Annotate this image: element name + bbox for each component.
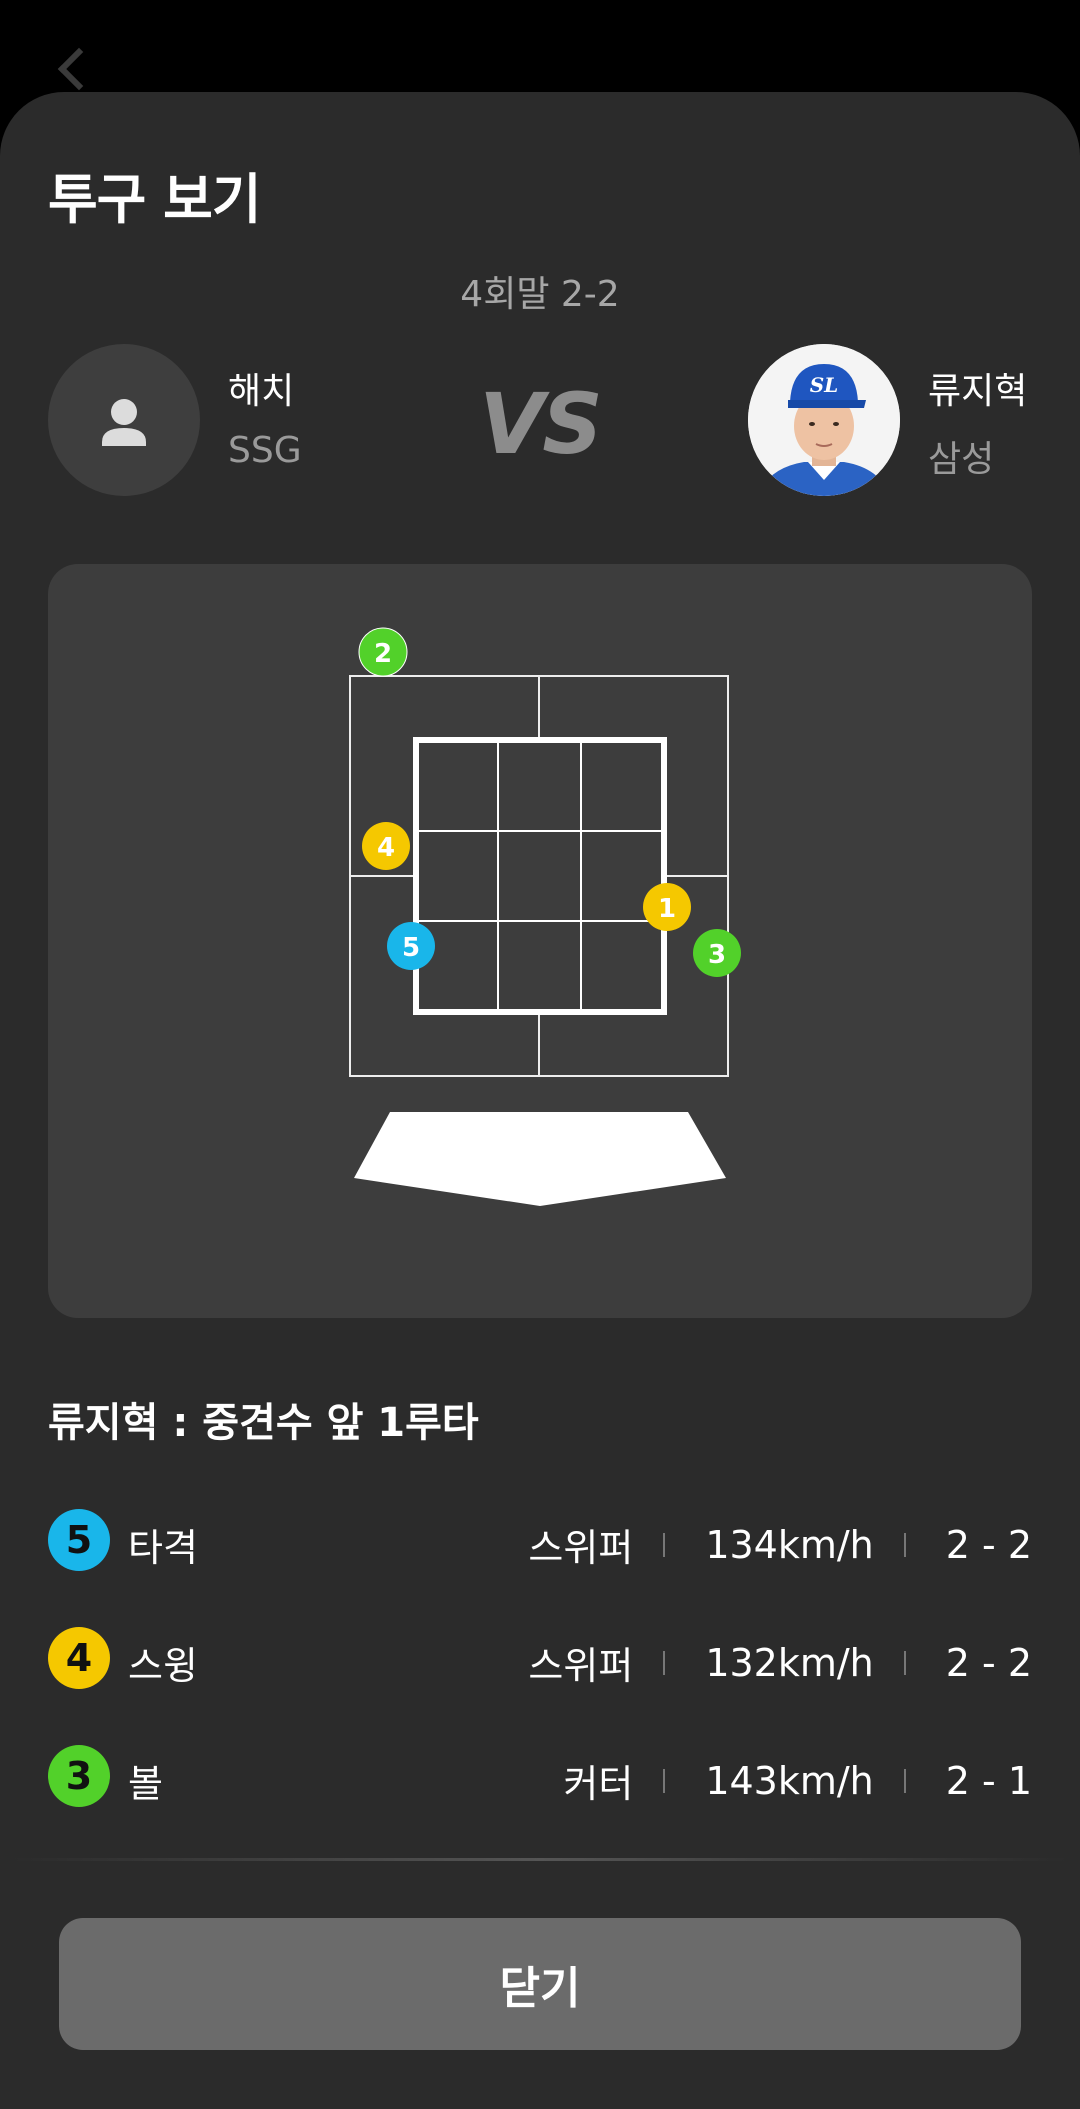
svg-text:4: 4	[377, 833, 395, 863]
pitch-marker-2: 2	[358, 627, 408, 677]
pitch-number-badge: 4	[48, 1627, 110, 1689]
divider-bar	[663, 1650, 666, 1675]
divider-bar	[903, 1768, 906, 1793]
pitch-speed: 143km/h	[705, 1758, 874, 1803]
pitch-type: 스위퍼	[528, 1526, 634, 1570]
cap-logo: SL	[810, 373, 839, 397]
pitch-marker-3: 3	[693, 929, 741, 977]
back-chevron-icon[interactable]	[57, 47, 101, 91]
pitch-speed: 132km/h	[705, 1640, 874, 1685]
pitch-number-badge: 5	[48, 1509, 110, 1571]
pitch-result-label: 타격	[128, 1526, 198, 1570]
pitch-marker-1: 1	[643, 883, 691, 931]
list-divider	[12, 1858, 1068, 1861]
strike-zone: 2 4 1 5 3	[349, 627, 741, 1206]
divider-bar	[903, 1650, 906, 1675]
close-button[interactable]: 닫기	[59, 1918, 1021, 2050]
pitch-speed: 134km/h	[705, 1522, 874, 1567]
svg-text:3: 3	[708, 940, 726, 970]
inning-score: 4회말 2-2	[460, 274, 620, 315]
divider-bar	[903, 1532, 906, 1557]
svg-text:5: 5	[402, 933, 420, 963]
pitch-row: 5 타격 스위퍼 134km/h 2 - 2	[48, 1509, 1032, 1571]
at-bat-result: 류지혁 : 중견수 앞 1루타	[48, 1400, 479, 1446]
pitch-row: 4 스윙 스위퍼 132km/h 2 - 2	[48, 1627, 1032, 1689]
divider-bar	[663, 1768, 666, 1793]
pitch-result-label: 볼	[128, 1762, 163, 1806]
pitch-count: 2 - 2	[945, 1640, 1032, 1685]
player-photo: SL	[748, 344, 900, 496]
pitch-number-badge: 3	[48, 1745, 110, 1807]
pitch-count: 2 - 2	[945, 1522, 1032, 1567]
sheet-title: 투구 보기	[48, 168, 262, 231]
divider-bar	[663, 1532, 666, 1557]
pitch-count: 2 - 1	[945, 1758, 1032, 1803]
avatar-right: SL	[748, 344, 900, 496]
pitch-row: 3 볼 커터 143km/h 2 - 1	[48, 1745, 1032, 1807]
strike-zone-panel: 2 4 1 5 3	[48, 564, 1032, 1318]
pitch-type: 스위퍼	[528, 1644, 634, 1688]
right-player-name: 류지혁	[928, 371, 1028, 412]
vs-label: VS	[479, 375, 603, 473]
pitch-marker-4: 4	[362, 822, 410, 870]
svg-text:1: 1	[658, 894, 676, 924]
pitch-type: 커터	[563, 1762, 634, 1806]
home-plate	[354, 1112, 726, 1206]
pitch-result-label: 스윙	[128, 1644, 198, 1688]
svg-text:2: 2	[374, 639, 392, 669]
right-player-team: 삼성	[928, 439, 995, 480]
pitch-marker-5: 5	[387, 922, 435, 970]
